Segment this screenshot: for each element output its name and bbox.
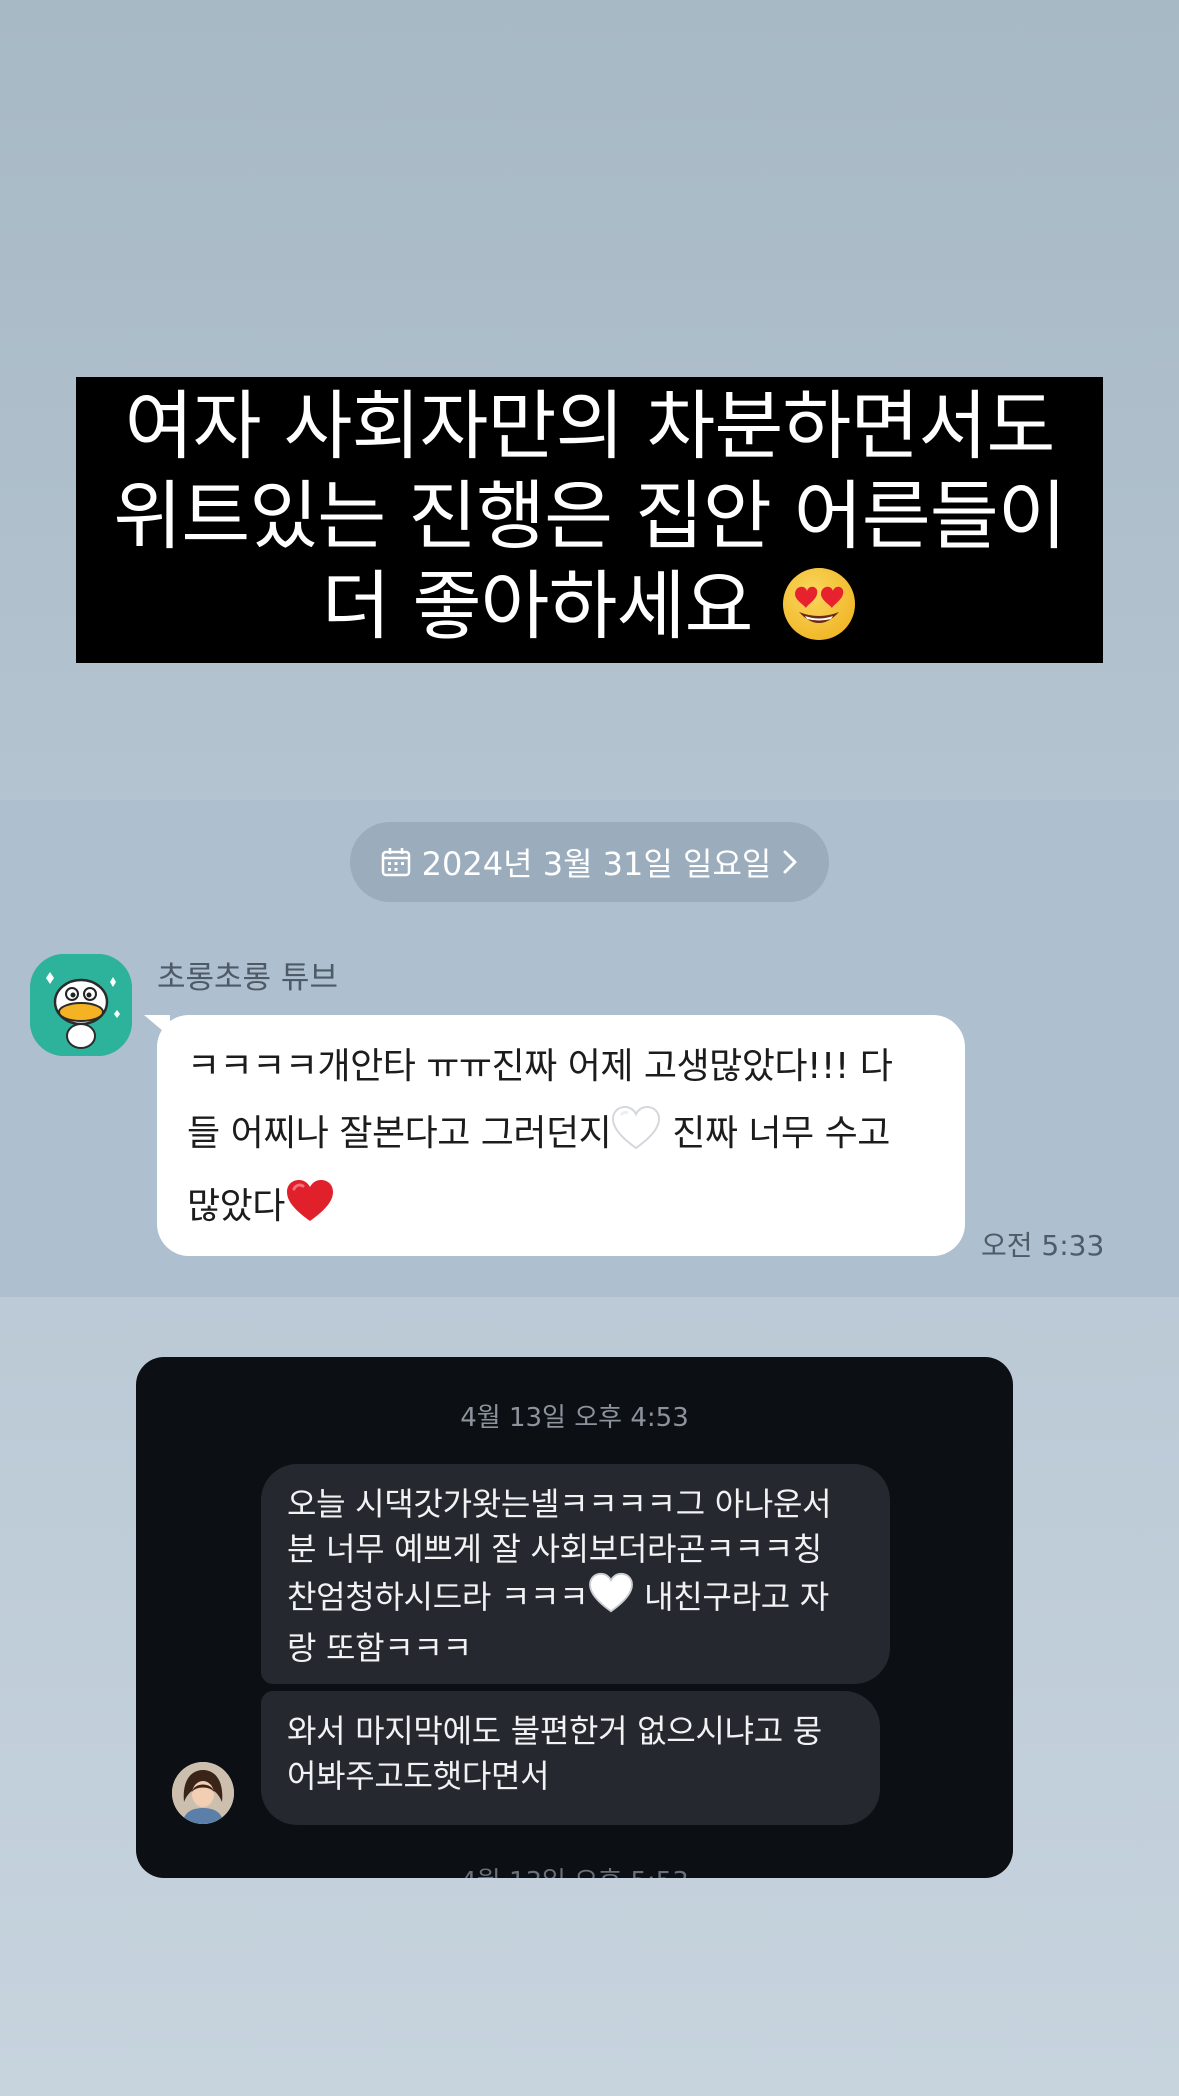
sender-name: 초롱초롱 튜브 <box>157 960 338 996</box>
message-line-2-text-b: 진짜 너무 수고 <box>661 1113 890 1154</box>
dm-message-bubble-1[interactable]: 오늘 시댁갓가왓는넬ㅋㅋㅋㅋ그 아나운서 분 너무 예쁘게 잘 사회보더라곤ㅋㅋ… <box>261 1464 890 1684</box>
dm-timestamp: 4월 13일 오후 4:53 <box>460 1403 689 1433</box>
dm-message-1-line-3-text-a: 찬엄청하시드라 ㅋㅋㅋ <box>287 1578 589 1616</box>
message-line-3: 많았다 <box>187 1173 937 1246</box>
dm-message-1-line-1: 오늘 시댁갓가왓는넬ㅋㅋㅋㅋ그 아나운서 <box>287 1485 832 1523</box>
caption-line-1: 여자 사회자만의 차분하면서도 <box>124 382 1056 470</box>
dm-message-1-line-4: 랑 또함ㅋㅋㅋ <box>287 1629 472 1667</box>
message-bubble[interactable]: ㅋㅋㅋㅋ개안타 ㅠㅠ진짜 어제 고생많았다!!! 다 들 어찌나 잘본다고 그러… <box>157 1015 965 1256</box>
white-heart-icon <box>611 1105 661 1173</box>
message-line-3-text: 많았다 <box>187 1186 285 1227</box>
dm-message-bubble-2[interactable]: 와서 마지막에도 불편한거 없으시냐고 뭉 어봐주고도햇다면서 <box>261 1691 880 1825</box>
calendar-icon <box>380 846 412 878</box>
caption-box: 여자 사회자만의 차분하면서도 위트있는 진행은 집안 어른들이 더 좋아하세요 <box>76 377 1103 663</box>
dm-chat-screenshot: 4월 13일 오후 4:53 오늘 시댁갓가왓는넬ㅋㅋㅋㅋ그 아나운서 분 너무… <box>136 1357 1013 1878</box>
caption-line-3-text: 더 좋아하세요 <box>321 562 754 650</box>
message-line-2: 들 어찌나 잘본다고 그러던지 진짜 너무 수고 <box>187 1100 937 1173</box>
caption-line-2: 위트있는 진행은 집안 어른들이 <box>113 472 1067 560</box>
message-time: 오전 5:33 <box>981 1229 1105 1262</box>
duck-character-icon[interactable] <box>30 954 132 1056</box>
dm-message-2-line-1: 와서 마지막에도 불편한거 없으시냐고 뭉 <box>287 1712 822 1750</box>
date-pill[interactable]: 2024년 3월 31일 일요일 <box>350 822 829 902</box>
caption-line-3: 더 좋아하세요 <box>322 561 858 661</box>
profile-avatar-icon[interactable] <box>172 1762 234 1824</box>
dm-message-1-line-3: 찬엄청하시드라 ㅋㅋㅋ 내친구라고 자 <box>287 1572 864 1626</box>
message-line-2-text-a: 들 어찌나 잘본다고 그러던지 <box>187 1113 612 1154</box>
kakao-chat-screenshot: 2024년 3월 31일 일요일 초롱초롱 튜브 ㅋㅋㅋㅋ개안타 ㅠㅠ진짜 어제… <box>0 800 1179 1297</box>
heart-eyes-face-icon <box>781 566 857 661</box>
dm-message-2-line-2: 어봐주고도햇다면서 <box>287 1757 550 1795</box>
red-heart-icon <box>285 1178 335 1246</box>
white-heart-icon <box>588 1572 634 1626</box>
message-line-1: ㅋㅋㅋㅋ개안타 ㅠㅠ진짜 어제 고생많았다!!! 다 <box>187 1046 893 1087</box>
date-pill-label: 2024년 3월 31일 일요일 <box>421 845 772 883</box>
dm-message-1-line-2: 분 너무 예쁘게 잘 사회보더라곤ㅋㅋㅋ칭 <box>287 1530 822 1568</box>
dm-message-1-line-3-text-b: 내친구라고 자 <box>634 1578 829 1616</box>
dm-timestamp-cut-off: 4월 13일 오후 5:53 <box>136 1861 1013 1878</box>
chevron-right-icon <box>781 848 799 876</box>
